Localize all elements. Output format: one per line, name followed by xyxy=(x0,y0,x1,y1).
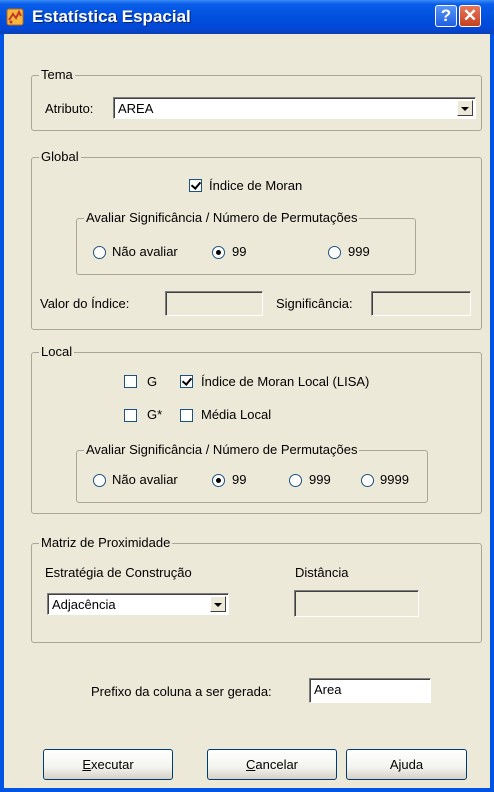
local-radio-nao-avaliar-label: Não avaliar xyxy=(112,472,178,487)
distancia-label: Distância xyxy=(295,565,349,580)
ajuda-label: Ajuda xyxy=(389,757,424,772)
local-radio-nao-avaliar[interactable] xyxy=(93,474,106,487)
valor-indice-field xyxy=(165,291,263,316)
title-bar[interactable]: Estatística Espacial ? ✕ xyxy=(0,0,494,34)
cancelar-label: ancelar xyxy=(255,757,299,772)
global-radio-999[interactable] xyxy=(328,246,341,259)
global-radio-nao-avaliar[interactable] xyxy=(93,246,106,259)
global-radio-99-label: 99 xyxy=(232,244,247,259)
executar-button[interactable]: Executar xyxy=(43,749,173,780)
close-icon: ✕ xyxy=(462,6,478,25)
matriz-legend: Matriz de Proximidade xyxy=(39,535,173,550)
g-checkbox[interactable] xyxy=(124,375,137,388)
prefixo-input[interactable]: Area xyxy=(309,678,431,703)
g-star-checkbox[interactable] xyxy=(124,409,137,422)
global-radio-nao-avaliar-label: Não avaliar xyxy=(112,244,178,259)
local-radio-9999[interactable] xyxy=(361,474,374,487)
indice-moran-label: Índice de Moran xyxy=(209,178,303,193)
global-significancia-legend: Avaliar Significância / Número de Permut… xyxy=(84,210,360,225)
significancia-field xyxy=(371,291,471,316)
help-icon: ? xyxy=(440,6,452,25)
global-legend: Global xyxy=(39,149,81,164)
dropdown-arrow-icon[interactable] xyxy=(457,100,473,116)
estrategia-value: Adjacência xyxy=(52,597,116,612)
local-radio-99-label: 99 xyxy=(232,472,247,487)
executar-mnemonic: E xyxy=(82,757,92,772)
valor-indice-label: Valor do Índice: xyxy=(40,296,130,311)
dialog-window: Estatística Espacial ? ✕ Tema Atributo: … xyxy=(0,0,494,792)
estrategia-combobox[interactable]: Adjacência xyxy=(47,593,229,615)
ajuda-button[interactable]: Ajuda xyxy=(346,749,467,780)
moran-local-checkbox[interactable] xyxy=(180,375,193,388)
help-button[interactable]: ? xyxy=(435,5,457,27)
estrategia-label: Estratégia de Construção xyxy=(45,565,192,580)
atributo-value: AREA xyxy=(118,101,154,116)
local-radio-999[interactable] xyxy=(289,474,302,487)
local-radio-99[interactable] xyxy=(212,474,225,487)
g-star-label: G* xyxy=(147,407,163,422)
tema-legend: Tema xyxy=(39,67,75,82)
local-radio-999-label: 999 xyxy=(309,472,331,487)
local-legend: Local xyxy=(39,344,75,359)
atributo-label: Atributo: xyxy=(45,101,94,116)
dropdown-arrow-icon[interactable] xyxy=(210,596,226,612)
media-local-label: Média Local xyxy=(201,407,272,422)
global-radio-99[interactable] xyxy=(212,246,225,259)
global-radio-999-label: 999 xyxy=(348,244,370,259)
app-icon xyxy=(6,8,24,26)
indice-moran-checkbox[interactable] xyxy=(189,179,202,192)
cancelar-button[interactable]: Cancelar xyxy=(207,749,337,780)
executar-label: xecutar xyxy=(91,757,134,772)
atributo-combobox[interactable]: AREA xyxy=(113,97,476,119)
media-local-checkbox[interactable] xyxy=(180,409,193,422)
prefixo-label: Prefixo da coluna a ser gerada: xyxy=(91,684,272,699)
distancia-field xyxy=(294,590,419,617)
local-significancia-legend: Avaliar Significância / Número de Permut… xyxy=(84,442,360,457)
prefixo-value: Area xyxy=(314,682,342,697)
cancelar-mnemonic: C xyxy=(245,757,256,772)
significancia-label: Significância: xyxy=(276,296,353,311)
close-button[interactable]: ✕ xyxy=(459,5,481,27)
local-radio-9999-label: 9999 xyxy=(380,472,409,487)
g-label: G xyxy=(147,374,158,389)
window-title: Estatística Espacial xyxy=(32,7,191,26)
moran-local-label: Índice de Moran Local (LISA) xyxy=(201,374,370,389)
